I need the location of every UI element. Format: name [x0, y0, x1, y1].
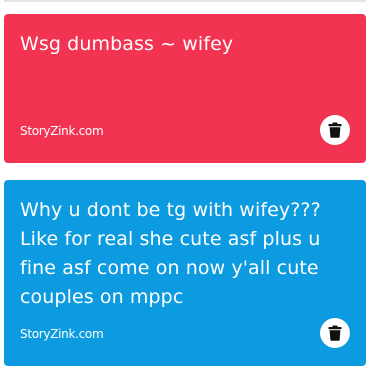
- delete-button[interactable]: [320, 115, 350, 145]
- card-footer: StoryZink.com: [20, 318, 350, 348]
- message-feed: Wsg dumbass ~ wifey StoryZink.com Why u …: [0, 0, 373, 370]
- previous-card-edge: [4, 0, 366, 2]
- message-text: Why u dont be tg with wifey??? Like for …: [20, 199, 321, 308]
- trash-icon: [328, 122, 342, 138]
- delete-button[interactable]: [320, 318, 350, 348]
- card-footer: StoryZink.com: [20, 115, 350, 145]
- source-label: StoryZink.com: [20, 124, 104, 138]
- source-label: StoryZink.com: [20, 327, 104, 341]
- message-card: Wsg dumbass ~ wifey StoryZink.com: [4, 14, 366, 163]
- message-card: Why u dont be tg with wifey??? Like for …: [4, 180, 366, 366]
- message-text: Wsg dumbass ~ wifey: [20, 33, 234, 55]
- trash-icon: [328, 325, 342, 341]
